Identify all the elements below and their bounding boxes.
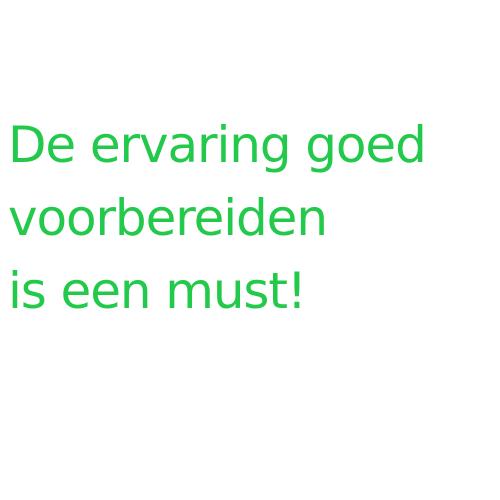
- headline-line-2: voorbereiden: [8, 189, 328, 247]
- canvas: De ervaring goed voorbereiden is een mus…: [0, 0, 500, 500]
- headline-text: De ervaring goed voorbereiden is een mus…: [8, 109, 427, 328]
- headline-line-3: is een must!: [8, 262, 307, 320]
- headline-line-1: De ervaring goed: [8, 116, 427, 174]
